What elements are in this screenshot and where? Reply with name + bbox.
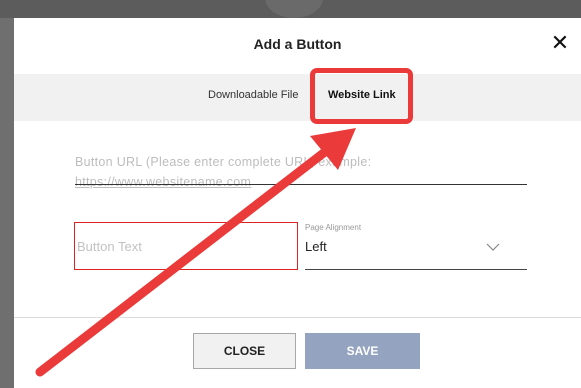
footer-divider <box>14 317 581 318</box>
tab-bar: Downloadable File Website Link <box>14 74 581 121</box>
tab-downloadable-file[interactable]: Downloadable File <box>208 89 299 101</box>
close-icon[interactable]: ✕ <box>549 32 571 54</box>
annotation-highlight-box <box>310 68 413 124</box>
save-button[interactable]: SAVE <box>305 333 420 369</box>
button-url-field[interactable]: Button URL (Please enter complete URL, e… <box>75 152 535 192</box>
add-button-modal: Add a Button ✕ Downloadable File Website… <box>14 18 581 388</box>
close-button[interactable]: CLOSE <box>193 333 296 369</box>
button-url-underline <box>75 184 527 185</box>
chevron-down-icon <box>486 243 500 251</box>
modal-header: Add a Button ✕ <box>14 18 581 74</box>
modal-title: Add a Button <box>253 36 342 52</box>
page-alignment-underline <box>305 269 527 270</box>
page-alignment-value: Left <box>305 239 327 254</box>
button-url-placeholder: Button URL (Please enter complete URL, e… <box>75 155 372 169</box>
button-url-example: https://www.websitename.com <box>75 175 252 189</box>
button-text-input[interactable] <box>74 222 298 270</box>
page-alignment-label: Page Alignment <box>305 223 362 232</box>
